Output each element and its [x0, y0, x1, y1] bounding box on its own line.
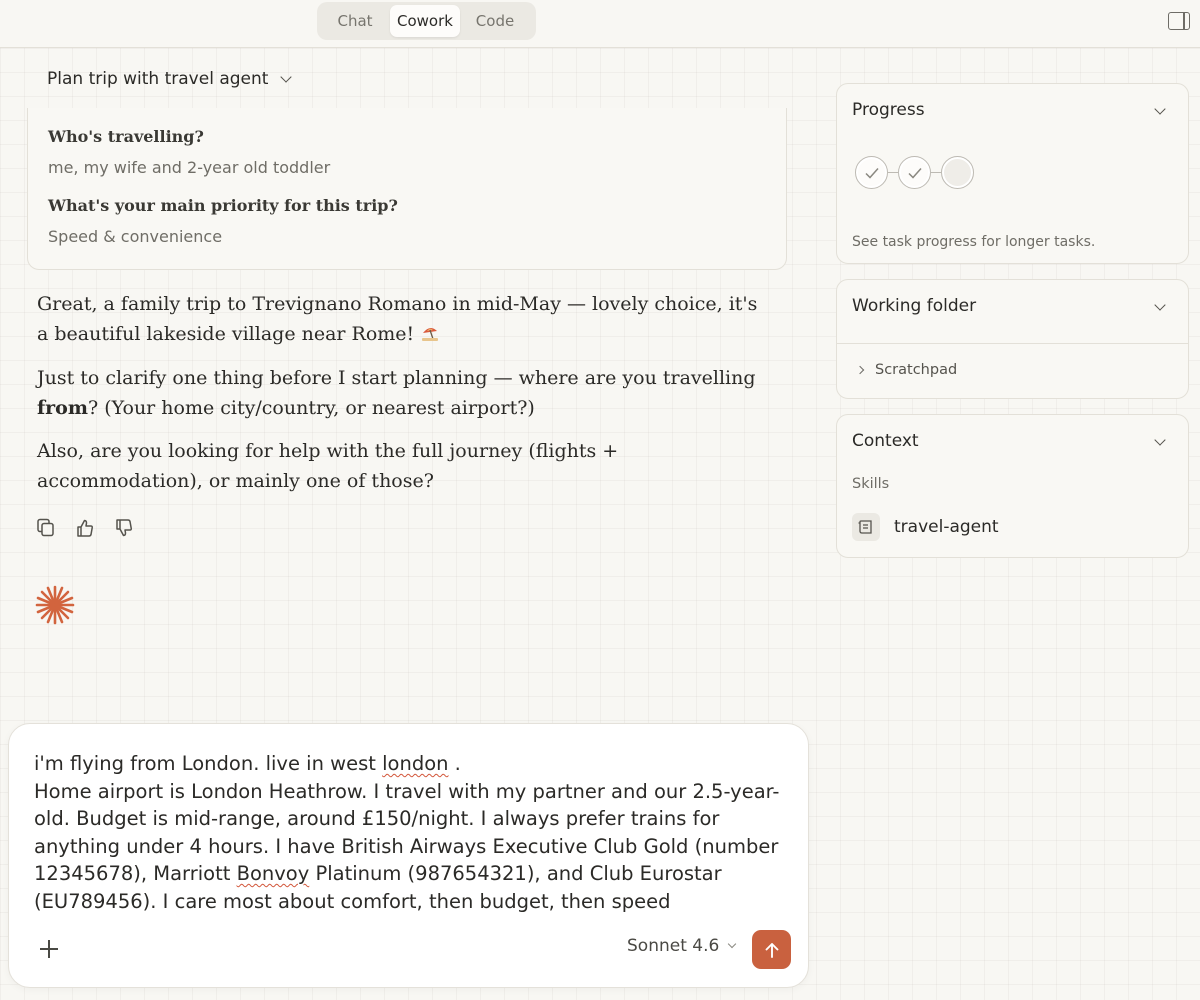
questions-summary-card: Who's travelling? me, my wife and 2-year… [27, 108, 787, 270]
conversation-title: Plan trip with travel agent [47, 69, 269, 89]
skills-label: Skills [852, 476, 890, 492]
progress-steps [855, 156, 974, 189]
composer-input[interactable]: i'm flying from London. live in west lon… [34, 750, 794, 915]
message-actions [37, 518, 133, 538]
add-attachment-button[interactable] [39, 939, 59, 959]
beach-umbrella-icon [422, 327, 439, 341]
skill-label: travel-agent [894, 517, 999, 537]
chevron-down-icon[interactable] [1154, 103, 1166, 115]
arrow-up-icon [765, 942, 778, 958]
progress-card: Progress See task progress for longer ta… [836, 83, 1189, 264]
progress-hint: See task progress for longer tasks. [852, 234, 1096, 250]
context-title: Context [852, 431, 919, 451]
skill-item-travel-agent[interactable]: travel-agent [852, 513, 999, 541]
working-folder-card: Working folder Scratchpad [836, 279, 1189, 399]
step-connector [931, 171, 941, 174]
tab-chat[interactable]: Chat [320, 5, 390, 37]
progress-title: Progress [852, 100, 925, 120]
folder-label: Scratchpad [875, 362, 958, 378]
context-card: Context Skills travel-agent [836, 414, 1189, 558]
composer-text: i'm flying from London. live in west [34, 752, 383, 775]
message-composer[interactable]: i'm flying from London. live in west lon… [8, 723, 809, 988]
working-folder-title: Working folder [852, 296, 977, 316]
top-bar: Chat Cowork Code [0, 0, 1200, 48]
check-icon [907, 167, 922, 179]
assistant-paragraph: Just to clarify one thing before I start… [37, 363, 767, 423]
assistant-text: Also, are you looking for help with the … [37, 440, 619, 492]
step-done [855, 156, 888, 189]
divider [837, 343, 1188, 344]
assistant-spark-icon [35, 585, 75, 625]
composer-text: . [448, 752, 461, 775]
scroll-icon [852, 513, 880, 541]
folder-item-scratchpad[interactable]: Scratchpad [855, 362, 958, 378]
chevron-right-icon [855, 365, 865, 375]
model-selector[interactable]: Sonnet 4.6 [627, 936, 737, 956]
assistant-bold-text: from [37, 397, 88, 419]
step-connector [888, 171, 898, 174]
answer-priority: Speed & convenience [48, 227, 223, 246]
question-travellers: Who's travelling? [48, 127, 204, 146]
copy-icon[interactable] [37, 518, 55, 538]
thumbs-up-icon[interactable] [76, 518, 94, 538]
toggle-side-panel-icon[interactable] [1168, 12, 1190, 30]
chevron-down-icon[interactable] [1154, 434, 1166, 446]
model-label: Sonnet 4.6 [627, 936, 720, 956]
assistant-paragraph: Also, are you looking for help with the … [37, 436, 767, 496]
assistant-paragraph: Great, a family trip to Trevignano Roman… [37, 289, 767, 349]
misspelled-word[interactable]: london [382, 752, 448, 775]
answer-travellers: me, my wife and 2-year old toddler [48, 158, 331, 177]
assistant-text: Great, a family trip to Trevignano Roman… [37, 293, 758, 345]
question-priority: What's your main priority for this trip? [48, 196, 398, 215]
step-done [898, 156, 931, 189]
mode-switch: Chat Cowork Code [317, 2, 536, 40]
chevron-down-icon [280, 71, 293, 83]
conversation-title-dropdown[interactable]: Plan trip with travel agent [47, 66, 293, 92]
assistant-text: ? (Your home city/country, or nearest ai… [87, 397, 535, 419]
chevron-down-icon[interactable] [1154, 299, 1166, 311]
tab-cowork[interactable]: Cowork [390, 5, 460, 37]
step-pending [941, 156, 974, 189]
send-button[interactable] [752, 930, 791, 969]
misspelled-word[interactable]: Bonvoy [237, 862, 310, 885]
check-icon [864, 167, 879, 179]
assistant-text: Just to clarify one thing before I start… [37, 367, 756, 389]
thumbs-down-icon[interactable] [115, 518, 133, 538]
tab-code[interactable]: Code [460, 5, 530, 37]
chevron-down-icon [728, 939, 737, 949]
